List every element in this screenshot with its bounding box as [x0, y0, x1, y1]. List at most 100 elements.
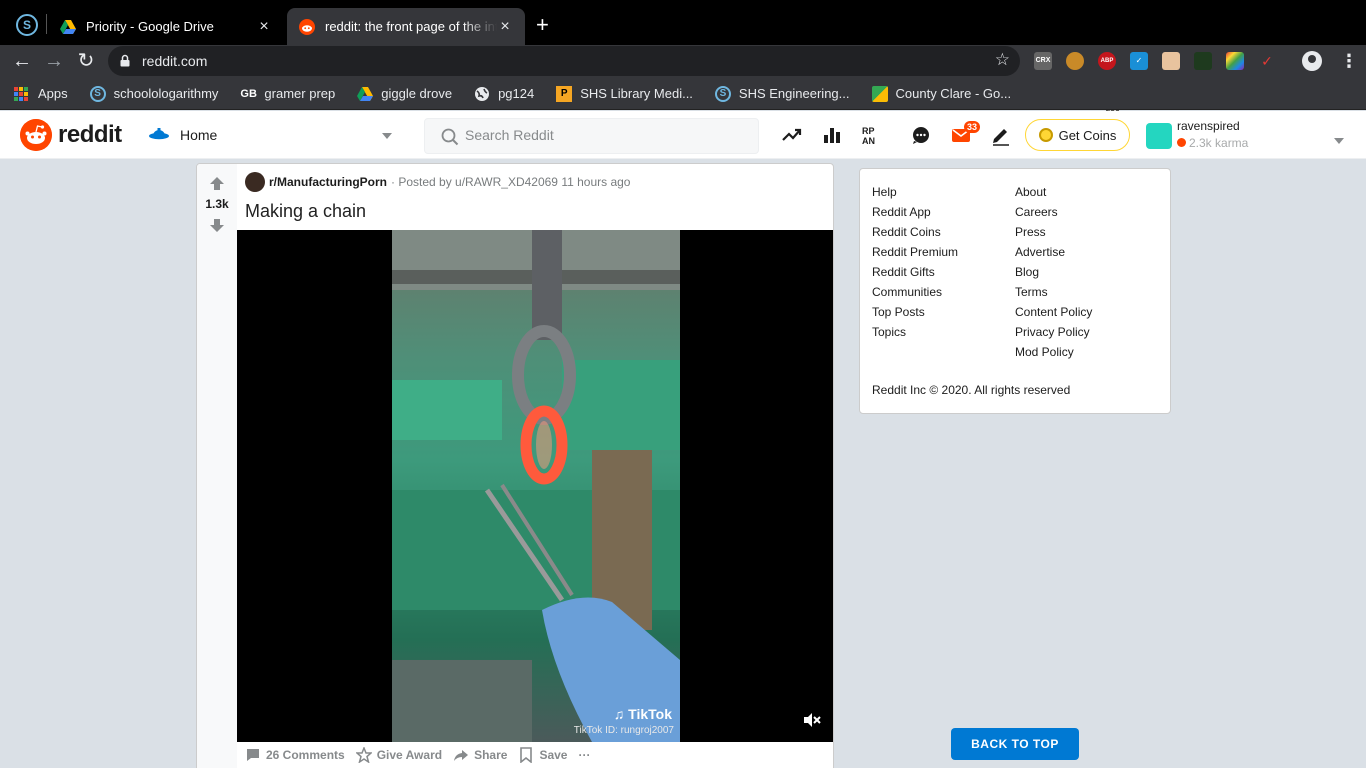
- leaderboard-icon[interactable]: [821, 124, 843, 146]
- tiktok-label: TikTok: [628, 706, 672, 722]
- give-award-label: Give Award: [376, 748, 443, 762]
- footer-link-about[interactable]: About: [1015, 182, 1092, 202]
- footer-link-mod-policy[interactable]: Mod Policy: [1015, 342, 1092, 362]
- back-to-top-button[interactable]: BACK TO TOP: [951, 728, 1079, 760]
- upvote-arrow-icon[interactable]: [209, 176, 225, 192]
- footer-link-careers[interactable]: Careers: [1015, 202, 1092, 222]
- tab-separator: [46, 14, 47, 34]
- rpan-icon[interactable]: RP AN: [861, 124, 883, 146]
- new-tab-button[interactable]: +: [536, 12, 549, 38]
- chevron-down-icon: [382, 133, 392, 139]
- bookmark-giggle-drove[interactable]: giggle drove: [357, 86, 452, 102]
- coin-icon: [1038, 128, 1053, 142]
- video-player[interactable]: ♫ TikTok TikTok ID: rungroj2007: [237, 230, 833, 742]
- abp-icon[interactable]: ABP: [1098, 52, 1116, 70]
- give-award-button[interactable]: Give Award: [355, 747, 443, 763]
- bookmark-shs-library[interactable]: P SHS Library Medi...: [556, 85, 693, 102]
- tab-google-drive[interactable]: Priority - Google Drive ×: [48, 8, 284, 45]
- back-arrow-icon[interactable]: ←: [10, 49, 34, 73]
- create-post-pencil-icon[interactable]: [990, 124, 1012, 146]
- reddit-logo-icon[interactable]: [20, 119, 52, 151]
- reload-icon[interactable]: ↻: [74, 49, 98, 73]
- browser-tab-strip: S Priority - Google Drive × reddit: the …: [0, 0, 1366, 45]
- search-box[interactable]: [424, 118, 759, 154]
- address-bar[interactable]: reddit.com ☆: [108, 46, 1020, 76]
- footer-link-press[interactable]: Press: [1015, 222, 1092, 242]
- footer-link-content-policy[interactable]: Content Policy: [1015, 302, 1092, 322]
- more-options-button[interactable]: ···: [578, 748, 590, 762]
- chat-icon[interactable]: [910, 124, 932, 146]
- user-menu[interactable]: ravenspired 2.3k karma: [1146, 117, 1346, 153]
- downvote-arrow-icon[interactable]: [209, 217, 225, 233]
- feed-label: Home: [180, 127, 218, 143]
- forward-arrow-icon[interactable]: →: [42, 49, 66, 73]
- footer-link-reddit-gifts[interactable]: Reddit Gifts: [872, 262, 958, 282]
- video-frame: ♫ TikTok TikTok ID: rungroj2007: [392, 230, 680, 742]
- reddit-wordmark[interactable]: reddit: [58, 121, 122, 149]
- svg-text:RP: RP: [862, 126, 875, 136]
- footer-link-blog[interactable]: Blog: [1015, 262, 1092, 282]
- bookmark-icon: [520, 747, 533, 763]
- tab-close-icon[interactable]: ×: [256, 18, 272, 36]
- footer-links-right: About Careers Press Advertise Blog Terms…: [1015, 182, 1092, 362]
- footer-link-reddit-coins[interactable]: Reddit Coins: [872, 222, 958, 242]
- footer-link-top-posts[interactable]: Top Posts: [872, 302, 958, 322]
- post-title[interactable]: Making a chain: [245, 201, 366, 222]
- bookmark-label: gramer prep: [264, 86, 336, 101]
- vote-count: 1.3k: [205, 197, 229, 211]
- owl-icon[interactable]: [1066, 52, 1084, 70]
- post-card[interactable]: 1.3k r/ManufacturingPorn · Posted by u/R…: [196, 163, 834, 768]
- tab-title: Priority - Google Drive: [86, 19, 214, 34]
- post-meta: r/ManufacturingPorn · Posted by u/RAWR_X…: [245, 172, 630, 192]
- save-button[interactable]: Save: [518, 747, 567, 763]
- footer-link-advertise[interactable]: Advertise: [1015, 242, 1092, 262]
- bookmark-apps[interactable]: Apps: [14, 86, 68, 101]
- schoology-icon[interactable]: S: [16, 14, 38, 36]
- save-label: Save: [539, 748, 568, 762]
- footer-link-reddit-premium[interactable]: Reddit Premium: [872, 242, 958, 262]
- crx-icon[interactable]: CRX: [1034, 52, 1052, 70]
- google-maps-icon: [871, 85, 888, 102]
- footer-link-terms[interactable]: Terms: [1015, 282, 1092, 302]
- mute-icon[interactable]: [803, 712, 821, 728]
- url-text: reddit.com: [142, 53, 208, 69]
- bookmark-pg124[interactable]: pg124: [474, 86, 534, 102]
- honey-ext-icon[interactable]: ✓: [1258, 52, 1276, 70]
- tab-close-icon[interactable]: ×: [497, 18, 513, 36]
- feed-dropdown[interactable]: Home: [148, 117, 398, 153]
- gbi-icon: GB: [240, 87, 257, 100]
- comments-button[interactable]: 26 Comments: [245, 747, 345, 763]
- bookmark-shs-engineering[interactable]: S SHS Engineering...: [714, 85, 850, 102]
- svg-text:AN: AN: [862, 136, 875, 146]
- profile-avatar-icon[interactable]: [1302, 51, 1322, 71]
- leaf-ext-icon[interactable]: [1194, 52, 1212, 70]
- bookmark-star-icon[interactable]: ☆: [995, 50, 1010, 70]
- karma-icon: [1177, 138, 1186, 147]
- share-button[interactable]: Share: [453, 747, 507, 763]
- search-input[interactable]: [465, 127, 745, 143]
- box-ext-icon[interactable]: [1162, 52, 1180, 70]
- footer-link-communities[interactable]: Communities: [872, 282, 958, 302]
- trending-icon[interactable]: [781, 124, 803, 146]
- apps-grid-icon: [14, 86, 28, 101]
- comment-icon: [247, 749, 259, 761]
- subreddit-link[interactable]: r/ManufacturingPorn: [269, 175, 387, 189]
- karma-display: 2.3k karma: [1177, 136, 1248, 150]
- bookmark-county-clare[interactable]: County Clare - Go...: [871, 85, 1011, 102]
- get-coins-button[interactable]: Get Coins: [1025, 119, 1130, 151]
- footer-link-privacy-policy[interactable]: Privacy Policy: [1015, 322, 1092, 342]
- google-drive-icon: [60, 19, 76, 34]
- footer-links-card: Help Reddit App Reddit Coins Reddit Prem…: [859, 168, 1171, 414]
- subreddit-avatar[interactable]: [245, 172, 265, 192]
- tab-reddit[interactable]: reddit: the front page of the internet ×: [287, 8, 525, 45]
- bookmark-gramer-prep[interactable]: GB gramer prep: [240, 86, 335, 102]
- username: ravenspired: [1177, 119, 1240, 133]
- browser-menu-icon[interactable]: ⋮: [1340, 49, 1358, 73]
- footer-link-topics[interactable]: Topics: [872, 322, 958, 342]
- footer-link-reddit-app[interactable]: Reddit App: [872, 202, 958, 222]
- color-ext-icon[interactable]: [1226, 52, 1244, 70]
- bookmark-schoolologarithmy[interactable]: S schoolologarithmy: [89, 85, 219, 102]
- footer-link-help[interactable]: Help: [872, 182, 958, 202]
- bookmark-label: schoolologarithmy: [113, 86, 219, 101]
- checkmark-ext-icon[interactable]: ✓: [1130, 52, 1148, 70]
